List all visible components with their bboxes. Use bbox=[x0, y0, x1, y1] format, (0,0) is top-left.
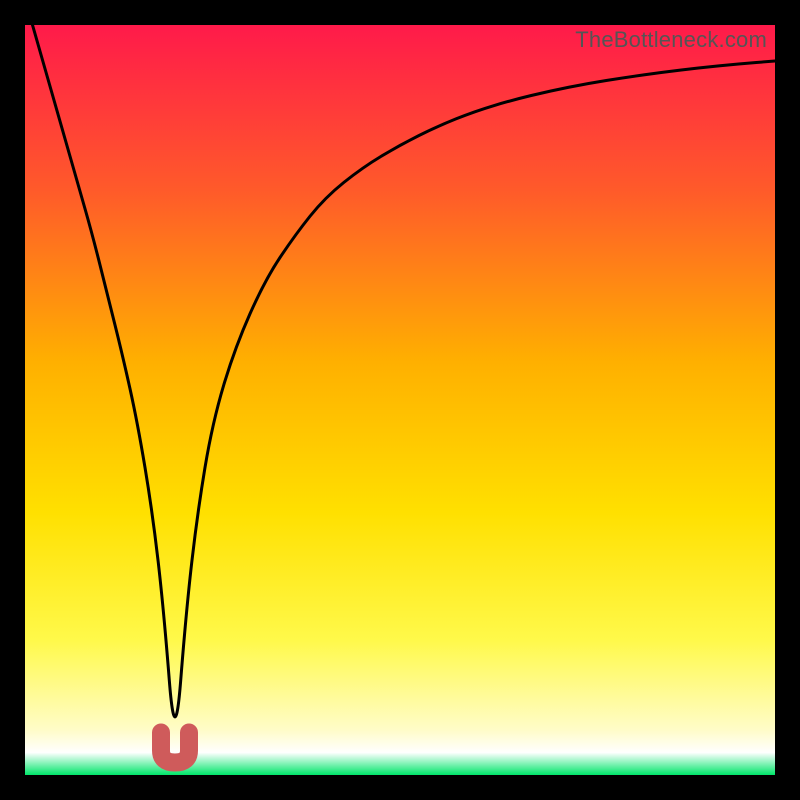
chart-svg bbox=[25, 25, 775, 775]
watermark-text: TheBottleneck.com bbox=[575, 27, 767, 53]
chart-plot-area: TheBottleneck.com bbox=[25, 25, 775, 775]
outer-frame: TheBottleneck.com bbox=[0, 0, 800, 800]
gradient-background bbox=[25, 25, 775, 775]
